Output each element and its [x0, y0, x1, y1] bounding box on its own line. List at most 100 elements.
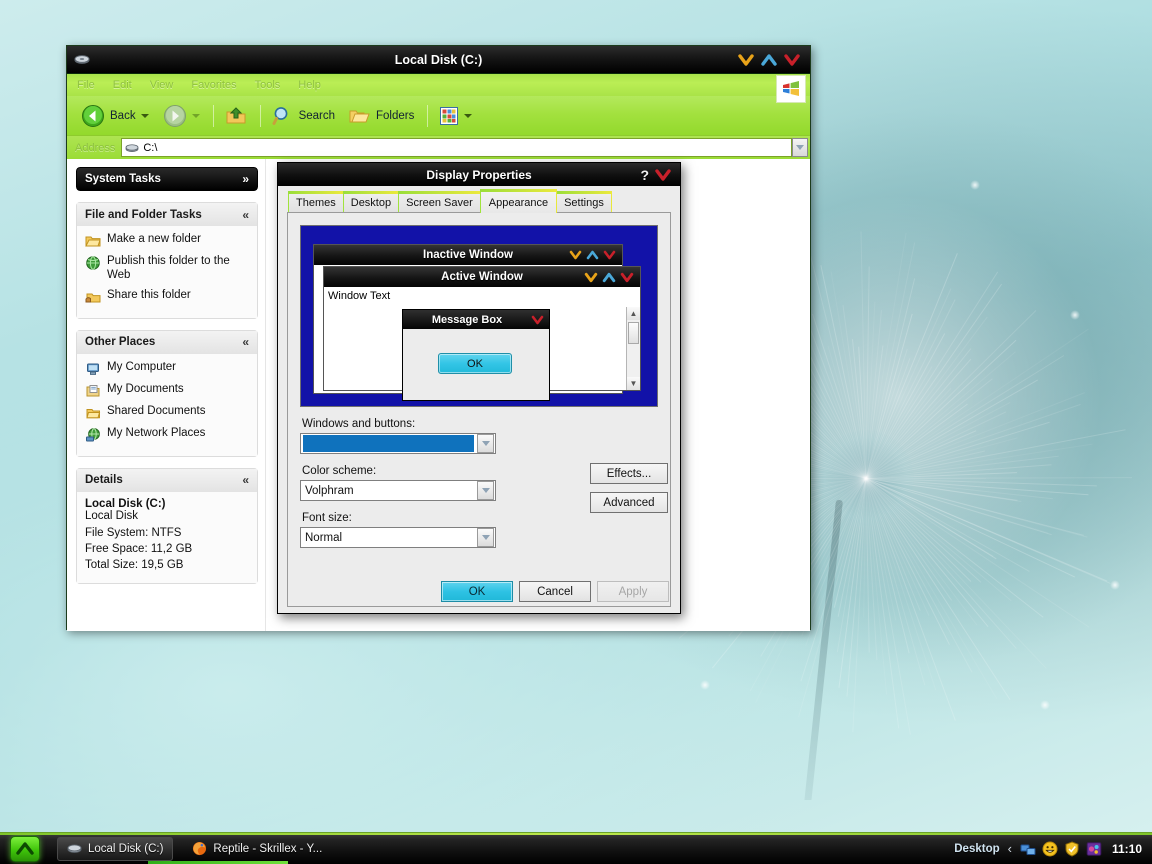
- chevron-collapse-icon[interactable]: «: [242, 335, 249, 349]
- chevron-down-icon: [481, 441, 490, 446]
- panel-other-places[interactable]: Other Places « My Computer My Documents …: [76, 329, 258, 457]
- cancel-button[interactable]: Cancel: [519, 581, 591, 602]
- minimize-icon[interactable]: [736, 51, 756, 69]
- sidebar-item-my-documents[interactable]: My Documents: [85, 382, 249, 399]
- windows-and-buttons-combo[interactable]: [300, 433, 496, 454]
- sidebar-item-make-new-folder[interactable]: Make a new folder: [85, 232, 249, 249]
- back-dropdown-icon[interactable]: [140, 113, 149, 118]
- chevron-expand-icon[interactable]: »: [242, 172, 249, 186]
- panel-details[interactable]: Details « Local Disk (C:) Local Disk Fil…: [76, 467, 258, 584]
- combo-dropdown-button[interactable]: [477, 434, 494, 453]
- tab-desktop[interactable]: Desktop: [342, 191, 400, 212]
- address-value: C:\: [143, 141, 158, 154]
- chevron-collapse-icon[interactable]: «: [242, 208, 249, 222]
- tab-appearance[interactable]: Appearance: [479, 189, 558, 213]
- share-folder-icon: [85, 293, 101, 303]
- font-size-combo[interactable]: Normal: [300, 527, 496, 548]
- preview-window-text: Window Text: [328, 290, 391, 302]
- sidebar-item-shared-documents[interactable]: Shared Documents: [85, 404, 249, 421]
- taskbar-clock[interactable]: 11:10: [1112, 842, 1142, 856]
- system-tray[interactable]: Desktop ‹ 11:10: [954, 840, 1152, 857]
- views-button[interactable]: [433, 103, 478, 129]
- chevron-down-icon: [481, 535, 490, 540]
- taskbar-item-local-disk[interactable]: Local Disk (C:): [57, 836, 174, 861]
- effects-button[interactable]: Effects...: [590, 463, 668, 484]
- explorer-toolbar[interactable]: Back Search Folders: [67, 96, 810, 136]
- chevron-collapse-icon[interactable]: «: [242, 473, 249, 487]
- taskbar-item-label: Reptile - Skrillex - Y...: [213, 842, 323, 855]
- menu-help[interactable]: Help: [298, 79, 321, 91]
- display-properties-dialog[interactable]: Display Properties ? Themes Desktop Scre…: [277, 162, 681, 614]
- taskbar-item-firefox[interactable]: Reptile - Skrillex - Y...: [183, 837, 331, 861]
- close-icon: [620, 272, 634, 282]
- sidebar-label: Make a new folder: [107, 233, 201, 245]
- panel-header-system-tasks[interactable]: System Tasks »: [76, 167, 258, 191]
- help-icon[interactable]: ?: [640, 167, 649, 183]
- sidebar-item-share-folder[interactable]: Share this folder: [85, 288, 249, 305]
- address-bar[interactable]: Address C:\: [67, 136, 810, 159]
- appearance-tab-page: Inactive Window Active Window Window Tex…: [287, 212, 671, 607]
- tab-screen-saver[interactable]: Screen Saver: [398, 191, 481, 212]
- panel-header-details[interactable]: Details «: [76, 467, 258, 492]
- tray-expand-icon[interactable]: ‹: [1008, 841, 1012, 856]
- color-scheme-combo[interactable]: Volphram: [300, 480, 496, 501]
- smiley-icon[interactable]: [1042, 841, 1058, 857]
- panel-body-other-places: My Computer My Documents Shared Document…: [76, 353, 258, 457]
- menu-file[interactable]: File: [77, 79, 95, 91]
- search-label: Search: [298, 109, 336, 122]
- tab-themes[interactable]: Themes: [288, 191, 344, 212]
- explorer-menubar[interactable]: File Edit View Favorites Tools Help: [67, 74, 810, 103]
- address-input[interactable]: C:\: [121, 138, 792, 157]
- combo-dropdown-button[interactable]: [477, 528, 494, 547]
- window-controls[interactable]: [736, 51, 810, 69]
- media-player-icon[interactable]: [1086, 841, 1102, 857]
- shield-icon[interactable]: [1064, 840, 1080, 857]
- menu-tools[interactable]: Tools: [255, 79, 281, 91]
- panel-system-tasks[interactable]: System Tasks »: [76, 167, 258, 191]
- close-icon[interactable]: [653, 166, 673, 184]
- panel-header-file-and-folder-tasks[interactable]: File and Folder Tasks «: [76, 202, 258, 226]
- menu-favorites[interactable]: Favorites: [191, 79, 236, 91]
- address-dropdown-button[interactable]: [792, 138, 808, 157]
- dialog-titlebar[interactable]: Display Properties ?: [278, 163, 680, 186]
- taskbar[interactable]: Local Disk (C:) Reptile - Skrillex - Y..…: [0, 832, 1152, 864]
- forward-dropdown-icon[interactable]: [191, 113, 200, 118]
- tab-settings[interactable]: Settings: [556, 191, 612, 212]
- views-dropdown-icon[interactable]: [464, 113, 473, 118]
- search-button[interactable]: Search: [266, 102, 341, 130]
- back-button[interactable]: Back: [75, 101, 155, 131]
- advanced-button[interactable]: Advanced: [590, 492, 668, 513]
- start-badge: [10, 835, 40, 862]
- details-name: Local Disk (C:): [85, 497, 166, 510]
- color-scheme-value: Volphram: [305, 484, 354, 497]
- network-icon[interactable]: [1020, 841, 1036, 857]
- preview-ok-button: OK: [438, 353, 512, 374]
- menu-view[interactable]: View: [150, 79, 174, 91]
- sidebar-item-publish-folder[interactable]: Publish this folder to the Web: [85, 254, 249, 283]
- sidebar-item-my-network-places[interactable]: My Network Places: [85, 426, 249, 443]
- tab-label: Appearance: [488, 197, 549, 209]
- sidebar-item-my-computer[interactable]: My Computer: [85, 360, 249, 377]
- explorer-titlebar[interactable]: Local Disk (C:): [67, 46, 810, 74]
- scroll-thumb: [628, 322, 639, 344]
- panel-header-other-places[interactable]: Other Places «: [76, 329, 258, 354]
- font-size-value: Normal: [305, 531, 343, 544]
- dialog-window-controls[interactable]: ?: [640, 166, 680, 184]
- folders-button[interactable]: Folders: [343, 102, 420, 130]
- chevron-down-icon: [796, 145, 804, 150]
- maximize-icon[interactable]: [759, 51, 779, 69]
- panel-file-and-folder-tasks[interactable]: File and Folder Tasks « Make a new folde…: [76, 202, 258, 319]
- combo-dropdown-button[interactable]: [477, 481, 494, 500]
- globe-icon: [86, 256, 100, 270]
- start-button[interactable]: [3, 834, 47, 864]
- desktop-label[interactable]: Desktop: [954, 843, 999, 855]
- scroll-up-icon: ▲: [627, 307, 640, 320]
- label-font-size: Font size:: [302, 512, 352, 524]
- close-icon[interactable]: [782, 51, 802, 69]
- dialog-tabstrip[interactable]: Themes Desktop Screen Saver Appearance S…: [278, 186, 680, 213]
- windows-and-buttons-value: [303, 435, 474, 452]
- menu-edit[interactable]: Edit: [113, 79, 132, 91]
- forward-button[interactable]: [157, 101, 206, 131]
- up-button[interactable]: [219, 102, 253, 130]
- ok-button[interactable]: OK: [441, 581, 513, 602]
